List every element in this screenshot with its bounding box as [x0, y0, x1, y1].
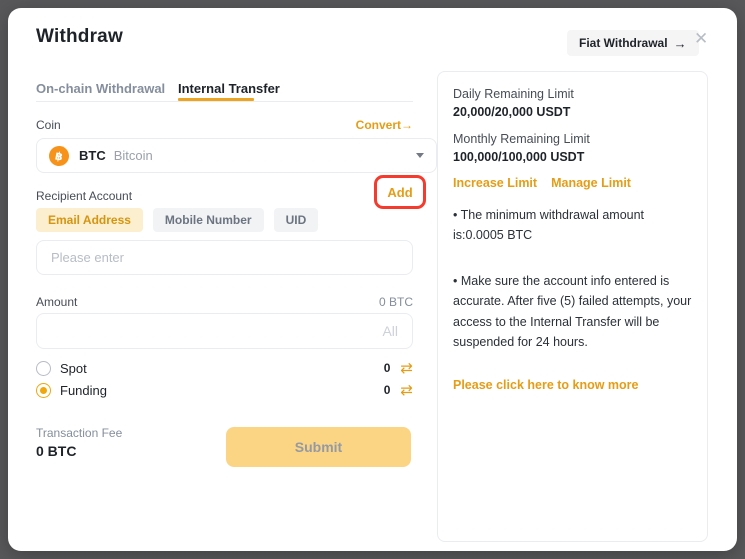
- radio-spot[interactable]: [36, 361, 51, 376]
- tab-internal-transfer[interactable]: Internal Transfer: [178, 81, 280, 96]
- recipient-input[interactable]: [36, 240, 413, 275]
- coin-label: Coin: [36, 118, 61, 132]
- arrow-right-icon: →: [674, 36, 687, 51]
- transaction-fee-block: Transaction Fee 0 BTC: [36, 426, 122, 459]
- transfer-swap-icon[interactable]: ⇄: [400, 383, 413, 398]
- coin-symbol: BTC: [79, 148, 106, 163]
- account-row-funding[interactable]: Funding 0 ⇄: [36, 380, 413, 400]
- close-icon[interactable]: ✕: [694, 29, 708, 49]
- transaction-fee-label: Transaction Fee: [36, 426, 122, 440]
- note-minimum-withdrawal: • The minimum withdrawal amount is:0.000…: [453, 205, 692, 246]
- recipient-label-row: Recipient Account: [36, 189, 413, 203]
- spot-label: Spot: [60, 361, 87, 376]
- limit-links-row: Increase Limit Manage Limit: [453, 176, 692, 190]
- convert-link[interactable]: Convert→: [356, 118, 413, 132]
- chevron-down-icon: [416, 153, 424, 158]
- method-chip-uid[interactable]: UID: [274, 208, 319, 232]
- method-chip-email[interactable]: Email Address: [36, 208, 143, 232]
- fiat-withdrawal-button[interactable]: Fiat Withdrawal →: [567, 30, 699, 56]
- monthly-limit-label: Monthly Remaining Limit: [453, 130, 692, 148]
- amount-label: Amount: [36, 295, 77, 309]
- recipient-method-tabs: Email Address Mobile Number UID: [36, 208, 318, 232]
- increase-limit-link[interactable]: Increase Limit: [453, 176, 537, 190]
- coin-select[interactable]: ฿ BTC Bitcoin: [36, 138, 437, 173]
- tabs-divider: [36, 101, 413, 102]
- add-annotation-highlight: Add: [374, 175, 426, 209]
- method-chip-mobile[interactable]: Mobile Number: [153, 208, 264, 232]
- amount-balance: 0 BTC: [379, 295, 413, 309]
- manage-limit-link[interactable]: Manage Limit: [551, 176, 631, 190]
- know-more-row: Please click here to know more: [453, 378, 692, 392]
- daily-limit-value: 20,000/20,000 USDT: [453, 103, 692, 121]
- add-recipient-link[interactable]: Add: [387, 185, 412, 200]
- amount-input[interactable]: [36, 313, 413, 349]
- tab-onchain-withdrawal[interactable]: On-chain Withdrawal: [36, 81, 165, 96]
- coin-fullname: Bitcoin: [114, 148, 153, 163]
- radio-funding[interactable]: [36, 383, 51, 398]
- amount-label-row: Amount 0 BTC: [36, 295, 413, 309]
- transaction-fee-value: 0 BTC: [36, 443, 122, 459]
- note-account-accuracy: • Make sure the account info entered is …: [453, 271, 692, 352]
- spot-balance: 0: [384, 361, 391, 375]
- submit-button[interactable]: Submit: [226, 427, 411, 467]
- account-row-spot[interactable]: Spot 0 ⇄: [36, 358, 413, 378]
- know-more-link[interactable]: Please click here to know more: [453, 378, 639, 392]
- recipient-account-label: Recipient Account: [36, 189, 132, 203]
- daily-limit-label: Daily Remaining Limit: [453, 85, 692, 103]
- monthly-limit-value: 100,000/100,000 USDT: [453, 148, 692, 166]
- funding-label: Funding: [60, 383, 107, 398]
- coin-label-row: Coin Convert→: [36, 118, 413, 132]
- limits-info-panel: Daily Remaining Limit 20,000/20,000 USDT…: [437, 71, 708, 542]
- transfer-swap-icon[interactable]: ⇄: [400, 361, 413, 376]
- fiat-withdrawal-label: Fiat Withdrawal: [579, 36, 668, 50]
- page-title: Withdraw: [36, 26, 123, 48]
- page-backdrop: Withdraw Fiat Withdrawal → ✕ On-chain Wi…: [0, 0, 745, 559]
- btc-coin-icon: ฿: [47, 144, 70, 167]
- withdraw-dialog: Withdraw Fiat Withdrawal → ✕ On-chain Wi…: [8, 8, 737, 551]
- funding-balance: 0: [384, 383, 391, 397]
